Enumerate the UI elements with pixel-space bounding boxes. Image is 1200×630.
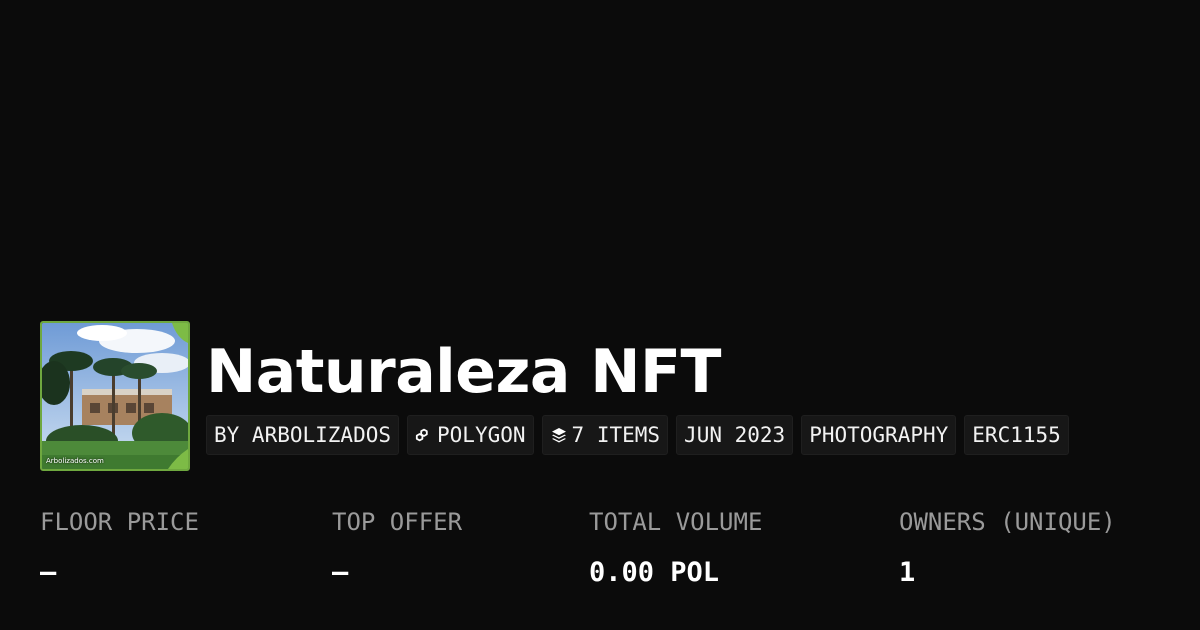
- owners-stat: OWNERS (UNIQUE) 1: [899, 506, 1116, 590]
- floor-price-label: FLOOR PRICE: [40, 508, 199, 536]
- polygon-icon: [415, 426, 433, 444]
- top-offer-stat: TOP OFFER —: [332, 506, 462, 590]
- thumbnail-caption: Arbolizados.com: [46, 457, 104, 465]
- floor-price-value: —: [40, 557, 57, 588]
- thumbnail-photo: [42, 323, 188, 469]
- top-offer-label: TOP OFFER: [332, 508, 463, 536]
- standard-tag: ERC1155: [964, 415, 1069, 455]
- date-tag: JUN 2023: [676, 415, 794, 455]
- collection-title: Naturaleza NFT: [206, 337, 721, 407]
- category-tag-label: PHOTOGRAPHY: [809, 423, 949, 447]
- date-tag-label: JUN 2023: [684, 423, 786, 447]
- collection-tags: BY ARBOLIZADOS POLYGON 7 ITEMS JUN 2023 …: [206, 415, 1069, 455]
- total-volume-label: TOTAL VOLUME: [589, 508, 763, 536]
- owners-value: 1: [899, 557, 916, 588]
- creator-tag-label: BY ARBOLIZADOS: [214, 423, 392, 447]
- creator-tag[interactable]: BY ARBOLIZADOS: [206, 415, 400, 455]
- total-volume-value: 0.00 POL: [589, 557, 720, 588]
- top-offer-value: —: [332, 557, 349, 588]
- category-tag[interactable]: PHOTOGRAPHY: [801, 415, 957, 455]
- floor-price-stat: FLOOR PRICE —: [40, 506, 199, 590]
- collection-thumbnail: Arbolizados.com: [40, 321, 190, 471]
- items-tag-label: 7 ITEMS: [571, 423, 661, 447]
- owners-label: OWNERS (UNIQUE): [899, 508, 1116, 536]
- items-tag[interactable]: 7 ITEMS: [541, 415, 669, 455]
- layers-icon: [550, 426, 568, 444]
- standard-tag-label: ERC1155: [972, 423, 1061, 447]
- chain-tag-label: POLYGON: [437, 423, 526, 447]
- total-volume-stat: TOTAL VOLUME 0.00 POL: [589, 506, 762, 590]
- chain-tag[interactable]: POLYGON: [407, 415, 534, 455]
